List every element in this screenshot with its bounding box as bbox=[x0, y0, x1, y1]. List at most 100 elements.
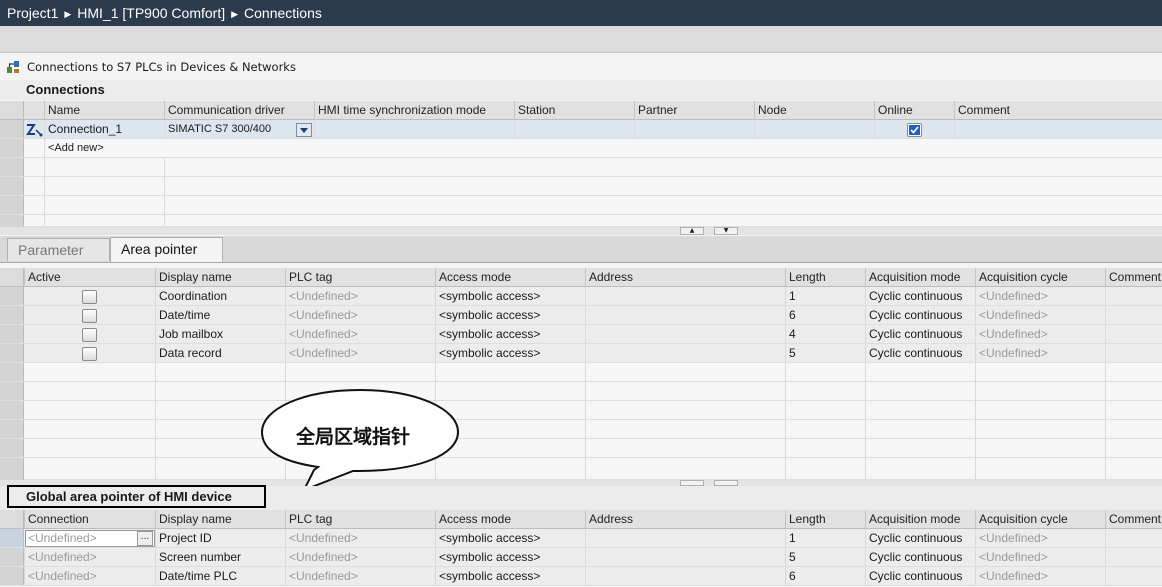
comment-cell[interactable] bbox=[1105, 344, 1162, 362]
acq-mode-cell[interactable]: Cyclic continuous bbox=[865, 344, 975, 362]
connection-cell[interactable]: <Undefined> bbox=[24, 567, 155, 585]
plc-tag-cell[interactable]: <Undefined> bbox=[285, 344, 435, 362]
col-connection[interactable]: Connection bbox=[24, 510, 155, 528]
col-acq-cycle[interactable]: Acquisition cycle bbox=[975, 510, 1105, 528]
add-new-label[interactable]: <Add new> bbox=[44, 139, 164, 157]
col-address[interactable]: Address bbox=[585, 510, 785, 528]
table-row[interactable]: <Undefined> ... Project ID <Undefined> <… bbox=[0, 529, 1162, 548]
table-row[interactable]: <Undefined> Date/time PLC <Undefined> <s… bbox=[0, 567, 1162, 586]
active-checkbox[interactable] bbox=[82, 328, 97, 342]
browse-button[interactable]: ... bbox=[137, 531, 153, 546]
address-cell[interactable] bbox=[585, 344, 785, 362]
table-row[interactable]: Data record <Undefined> <symbolic access… bbox=[0, 344, 1162, 363]
col-plc-tag[interactable]: PLC tag bbox=[285, 510, 435, 528]
driver-dropdown-icon[interactable] bbox=[296, 123, 312, 137]
address-cell[interactable] bbox=[585, 529, 785, 547]
plc-tag-cell[interactable]: <Undefined> bbox=[285, 529, 435, 547]
connection-driver[interactable]: SIMATIC S7 300/400 bbox=[164, 120, 314, 138]
table-row[interactable]: Coordination <Undefined> <symbolic acces… bbox=[0, 287, 1162, 306]
s7-connections-link[interactable]: Connections to S7 PLCs in Devices & Netw… bbox=[0, 55, 1162, 79]
access-mode-cell[interactable]: <symbolic access> bbox=[435, 529, 585, 547]
plc-tag-cell[interactable]: <Undefined> bbox=[285, 567, 435, 585]
active-checkbox[interactable] bbox=[82, 290, 97, 304]
table-row[interactable]: Connection_1 SIMATIC S7 300/400 bbox=[0, 120, 1162, 139]
col-partner[interactable]: Partner bbox=[634, 101, 754, 119]
access-mode-cell[interactable]: <symbolic access> bbox=[435, 344, 585, 362]
plc-tag-cell[interactable]: <Undefined> bbox=[285, 548, 435, 566]
comment-cell[interactable] bbox=[1105, 325, 1162, 343]
connection-name[interactable]: Connection_1 bbox=[44, 120, 164, 138]
acq-cycle-cell[interactable]: <Undefined> bbox=[975, 325, 1105, 343]
breadcrumb-project[interactable]: Project1 bbox=[7, 5, 58, 21]
acq-cycle-cell[interactable]: <Undefined> bbox=[975, 344, 1105, 362]
splitter-top[interactable]: ▲ ▼ bbox=[0, 227, 1162, 235]
comment-cell[interactable] bbox=[1105, 287, 1162, 305]
address-cell[interactable] bbox=[585, 306, 785, 324]
address-cell[interactable] bbox=[585, 287, 785, 305]
col-name[interactable]: Name bbox=[44, 101, 164, 119]
access-mode-cell[interactable]: <symbolic access> bbox=[435, 548, 585, 566]
access-mode-cell[interactable]: <symbolic access> bbox=[435, 287, 585, 305]
add-new-row[interactable]: <Add new> bbox=[0, 139, 1162, 158]
acq-cycle-cell[interactable]: <Undefined> bbox=[975, 529, 1105, 547]
access-mode-cell[interactable]: <symbolic access> bbox=[435, 306, 585, 324]
acq-mode-cell[interactable]: Cyclic continuous bbox=[865, 567, 975, 585]
comment-cell[interactable] bbox=[1105, 548, 1162, 566]
col-online[interactable]: Online bbox=[874, 101, 954, 119]
col-display-name[interactable]: Display name bbox=[155, 510, 285, 528]
col-station[interactable]: Station bbox=[514, 101, 634, 119]
tab-area-pointer[interactable]: Area pointer bbox=[110, 237, 223, 262]
col-time-sync[interactable]: HMI time synchronization mode bbox=[314, 101, 514, 119]
acq-cycle-cell[interactable]: <Undefined> bbox=[975, 548, 1105, 566]
connection-cell[interactable]: <Undefined> bbox=[24, 548, 155, 566]
comment-cell[interactable] bbox=[1105, 567, 1162, 585]
acq-mode-cell[interactable]: Cyclic continuous bbox=[865, 325, 975, 343]
col-acq-mode[interactable]: Acquisition mode bbox=[865, 510, 975, 528]
breadcrumb-connections[interactable]: Connections bbox=[244, 5, 322, 21]
acq-cycle-cell[interactable]: <Undefined> bbox=[975, 567, 1105, 585]
col-acq-mode[interactable]: Acquisition mode bbox=[865, 268, 975, 286]
col-length[interactable]: Length bbox=[785, 510, 865, 528]
col-plc-tag[interactable]: PLC tag bbox=[285, 268, 435, 286]
col-driver[interactable]: Communication driver bbox=[164, 101, 314, 119]
col-active[interactable]: Active bbox=[24, 268, 155, 286]
comment-cell[interactable] bbox=[1105, 306, 1162, 324]
address-cell[interactable] bbox=[585, 325, 785, 343]
table-row[interactable]: Job mailbox <Undefined> <symbolic access… bbox=[0, 325, 1162, 344]
table-row[interactable]: Date/time <Undefined> <symbolic access> … bbox=[0, 306, 1162, 325]
col-access-mode[interactable]: Access mode bbox=[435, 268, 585, 286]
active-checkbox[interactable] bbox=[82, 347, 97, 361]
connection-cell[interactable]: <Undefined> bbox=[25, 529, 137, 547]
acq-mode-cell[interactable]: Cyclic continuous bbox=[865, 306, 975, 324]
col-acq-cycle[interactable]: Acquisition cycle bbox=[975, 268, 1105, 286]
access-mode-cell[interactable]: <symbolic access> bbox=[435, 567, 585, 585]
table-row[interactable]: <Undefined> Screen number <Undefined> <s… bbox=[0, 548, 1162, 567]
col-comment[interactable]: Comment bbox=[1105, 510, 1162, 528]
address-cell[interactable] bbox=[585, 567, 785, 585]
acq-mode-cell[interactable]: Cyclic continuous bbox=[865, 529, 975, 547]
acq-mode-cell[interactable]: Cyclic continuous bbox=[865, 287, 975, 305]
splitter-down-icon[interactable]: ▼ bbox=[714, 227, 738, 235]
online-checkbox[interactable] bbox=[907, 123, 922, 137]
acq-cycle-cell[interactable]: <Undefined> bbox=[975, 306, 1105, 324]
comment-cell[interactable] bbox=[1105, 529, 1162, 547]
breadcrumb-device[interactable]: HMI_1 [TP900 Comfort] bbox=[77, 5, 225, 21]
col-length[interactable]: Length bbox=[785, 268, 865, 286]
col-access-mode[interactable]: Access mode bbox=[435, 510, 585, 528]
col-display-name[interactable]: Display name bbox=[155, 268, 285, 286]
length-cell: 1 bbox=[785, 287, 865, 305]
active-checkbox[interactable] bbox=[82, 309, 97, 323]
tab-parameter[interactable]: Parameter bbox=[7, 238, 110, 261]
plc-tag-cell[interactable]: <Undefined> bbox=[285, 287, 435, 305]
acq-cycle-cell[interactable]: <Undefined> bbox=[975, 287, 1105, 305]
plc-tag-cell[interactable]: <Undefined> bbox=[285, 325, 435, 343]
col-address[interactable]: Address bbox=[585, 268, 785, 286]
splitter-up-icon[interactable]: ▲ bbox=[680, 227, 704, 235]
access-mode-cell[interactable]: <symbolic access> bbox=[435, 325, 585, 343]
acq-mode-cell[interactable]: Cyclic continuous bbox=[865, 548, 975, 566]
col-comment[interactable]: Comment bbox=[1105, 268, 1162, 286]
plc-tag-cell[interactable]: <Undefined> bbox=[285, 306, 435, 324]
address-cell[interactable] bbox=[585, 548, 785, 566]
col-node[interactable]: Node bbox=[754, 101, 874, 119]
col-comment[interactable]: Comment bbox=[954, 101, 1156, 119]
